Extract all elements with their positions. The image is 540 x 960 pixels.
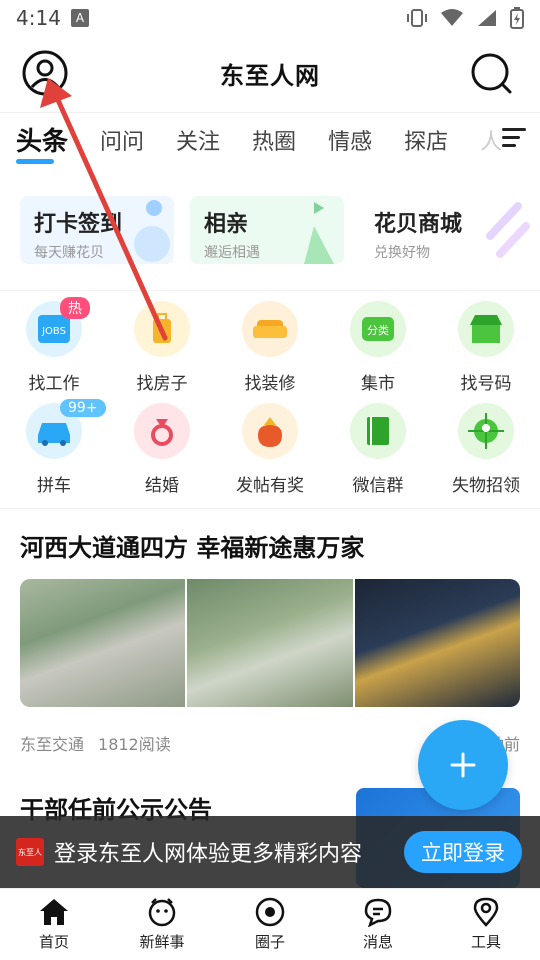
article-photos[interactable]	[20, 579, 520, 707]
grid-label: 发帖有奖	[236, 476, 304, 496]
tab-questions[interactable]: 问问	[100, 124, 144, 156]
plus-icon	[450, 752, 476, 778]
grid-label: 微信群	[352, 476, 404, 496]
tab-headlines[interactable]: 头条	[16, 121, 68, 164]
status-bar: 4:14 A	[0, 0, 540, 36]
app-title: 东至人网	[220, 61, 320, 90]
grid-item-wedding[interactable]: 结婚	[108, 403, 216, 496]
grid-label: 结婚	[145, 476, 179, 496]
tab-following[interactable]: 关注	[176, 124, 220, 156]
grid-row: JOBS 热 找工作 找房子 找装修 分类 集市 找号码	[0, 297, 540, 394]
nav-label: 新鲜事	[139, 933, 185, 951]
luggage-icon	[134, 301, 190, 357]
count-badge: 99+	[60, 399, 106, 417]
grid-item-market[interactable]: 分类 集市	[324, 301, 432, 394]
book-icon	[350, 403, 406, 459]
tab-menu-icon[interactable]	[502, 128, 526, 148]
grid-label: 找房子	[136, 374, 188, 394]
grid-item-find-house[interactable]: 找房子	[108, 301, 216, 394]
tab-store-visit[interactable]: 探店	[404, 124, 448, 156]
grid-item-lost-found[interactable]: 失物招领	[432, 403, 540, 496]
battery-icon	[510, 7, 524, 29]
nav-item-circle[interactable]: 圈子	[216, 889, 324, 960]
vibrate-icon	[407, 9, 427, 27]
home-icon	[40, 899, 68, 925]
grid-label: 找装修	[244, 374, 296, 394]
create-post-button[interactable]	[418, 720, 508, 810]
user-profile-button[interactable]	[22, 50, 68, 96]
grid-label: 失物招领	[452, 476, 520, 496]
sofa-icon	[242, 301, 298, 357]
circle-icon	[255, 897, 285, 927]
bubble-decoration-icon	[134, 200, 170, 262]
article-reads: 1812阅读	[98, 735, 171, 754]
nav-item-news[interactable]: 新鲜事	[108, 889, 216, 960]
checkin-card[interactable]: 打卡签到 每天赚花贝	[20, 196, 174, 264]
tab-people[interactable]: 人	[480, 124, 502, 156]
grid-item-find-renovation[interactable]: 找装修	[216, 301, 324, 394]
divider	[0, 508, 540, 509]
search-button[interactable]	[470, 52, 512, 94]
grid-label: 找号码	[460, 374, 512, 394]
dating-card[interactable]: 相亲 邂逅相遇	[190, 196, 344, 264]
app-header: 东至人网	[0, 40, 540, 106]
nav-item-messages[interactable]: 消息	[324, 889, 432, 960]
article-photo[interactable]	[354, 579, 520, 707]
svg-text:分类: 分类	[367, 323, 389, 337]
stripes-decoration-icon	[486, 202, 530, 258]
mall-card[interactable]: 花贝商城 兑换好物	[360, 196, 530, 264]
svg-text:JOBS: JOBS	[41, 326, 66, 337]
login-prompt-text: 登录东至人网体验更多精彩内容	[54, 842, 363, 867]
nav-label: 工具	[470, 933, 501, 951]
grid-label: 找工作	[28, 374, 80, 394]
shop-icon	[458, 301, 514, 357]
money-bag-icon	[242, 403, 298, 459]
status-time: 4:14	[16, 6, 61, 30]
wifi-icon	[441, 9, 463, 26]
app-logo: 东至人	[16, 838, 44, 866]
service-grid: JOBS 热 找工作 找房子 找装修 分类 集市 找号码 99+ 拼车 结婚 发…	[0, 290, 540, 506]
article-photo[interactable]	[20, 579, 186, 707]
article-title[interactable]: 河西大道通四方 幸福新途惠万家	[20, 528, 520, 563]
hot-badge: 热	[60, 297, 90, 319]
signal-icon	[478, 10, 496, 26]
nav-label: 圈子	[254, 933, 285, 951]
article-source: 东至交通	[20, 735, 85, 754]
feature-cards: 打卡签到 每天赚花贝 相亲 邂逅相遇 花贝商城 兑换好物	[20, 196, 540, 264]
flag-decoration-icon	[304, 202, 334, 264]
nav-item-tools[interactable]: 工具	[432, 889, 540, 960]
grid-item-carpool[interactable]: 99+ 拼车	[0, 399, 108, 496]
article-photo[interactable]	[187, 579, 353, 707]
user-icon	[22, 50, 68, 96]
nav-label: 消息	[362, 933, 393, 951]
ring-icon	[134, 403, 190, 459]
tab-hot-circle[interactable]: 热圈	[252, 124, 296, 156]
news-article[interactable]: 河西大道通四方 幸福新途惠万家 东至交通 1812阅读 钟前	[20, 528, 520, 755]
login-button[interactable]: 立即登录	[404, 831, 522, 873]
location-pin-icon	[473, 897, 499, 927]
grid-row: 99+ 拼车 结婚 发帖有奖 微信群 失物招领	[0, 399, 540, 496]
login-prompt-banner: 东至人 登录东至人网体验更多精彩内容 立即登录	[0, 816, 540, 888]
grid-item-find-job[interactable]: JOBS 热 找工作	[0, 297, 108, 394]
grid-label: 集市	[361, 374, 395, 394]
category-tabs: 头条 问问 关注 热圈 情感 探店 人	[0, 112, 540, 166]
category-icon: 分类	[350, 301, 406, 357]
bottom-nav: 首页 新鲜事 圈子 消息 工具	[0, 888, 540, 960]
locate-person-icon	[458, 403, 514, 459]
notification-a-icon: A	[70, 9, 89, 27]
grid-item-post-reward[interactable]: 发帖有奖	[216, 403, 324, 496]
grid-label: 拼车	[37, 476, 71, 496]
nav-label: 首页	[38, 933, 69, 951]
tab-emotion[interactable]: 情感	[328, 124, 372, 156]
nav-item-home[interactable]: 首页	[0, 889, 108, 960]
message-icon	[364, 898, 392, 927]
face-icon	[148, 898, 176, 927]
grid-item-find-number[interactable]: 找号码	[432, 301, 540, 394]
grid-item-wechat-group[interactable]: 微信群	[324, 403, 432, 496]
search-icon	[471, 53, 512, 94]
